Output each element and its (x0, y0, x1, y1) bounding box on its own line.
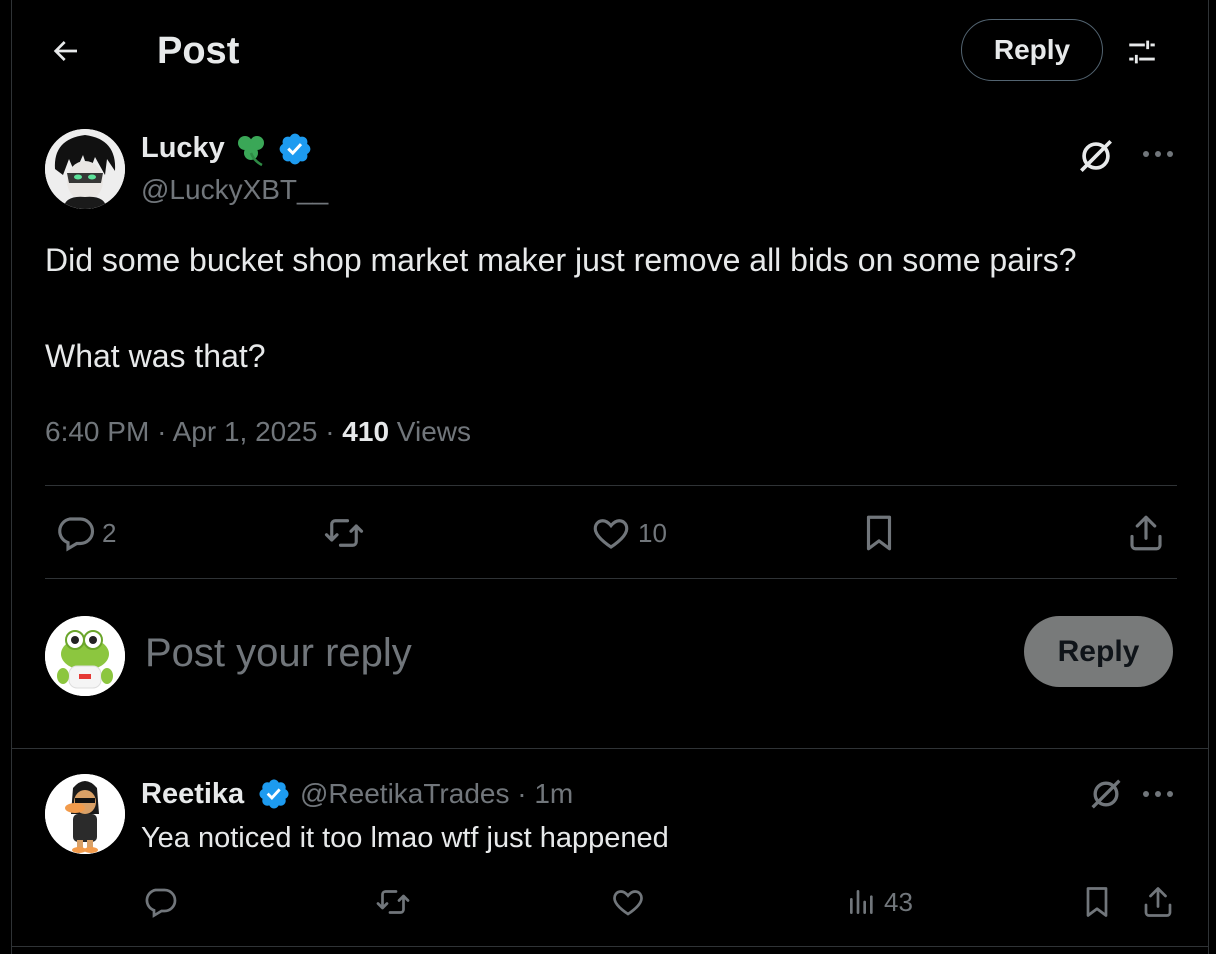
reply-count: 2 (102, 517, 117, 548)
share-action[interactable] (1125, 512, 1167, 554)
reply-input[interactable]: Post your reply (145, 628, 412, 678)
author-name[interactable]: Lucky (141, 130, 225, 166)
back-button[interactable] (40, 26, 90, 76)
reply-views-count: 43 (884, 886, 913, 917)
views-count: 410 (342, 416, 390, 447)
reply-author-avatar[interactable] (45, 774, 125, 854)
current-user-avatar (45, 616, 125, 696)
post-date[interactable]: Apr 1, 2025 (173, 416, 318, 447)
heart-icon (593, 519, 629, 549)
divider (45, 485, 1177, 486)
reply-bookmark-action[interactable] (1079, 884, 1115, 920)
author-avatar[interactable] (45, 129, 125, 209)
bookmark-action[interactable] (858, 512, 900, 554)
clover-icon (232, 131, 272, 167)
views-label: Views (396, 416, 471, 447)
divider (11, 748, 1209, 749)
comment-icon (58, 517, 95, 552)
reply-views-action[interactable]: 43 (846, 884, 913, 920)
reply-author-name[interactable]: Reetika (141, 776, 244, 812)
reply-submit-button[interactable]: Reply (1024, 616, 1173, 687)
reply-time[interactable]: 1m (534, 778, 573, 809)
comment-icon (145, 888, 177, 918)
reply-action[interactable]: 2 (54, 512, 116, 554)
reply-share-action[interactable] (1140, 884, 1176, 920)
page-title: Post (157, 30, 240, 72)
repost-icon (376, 890, 410, 914)
like-action[interactable]: 10 (590, 512, 667, 554)
post-text-line2: What was that? (45, 338, 266, 374)
more-options-icon[interactable] (1140, 780, 1176, 808)
repost-action[interactable] (321, 512, 367, 554)
grok-icon[interactable] (1086, 774, 1126, 814)
bookmark-icon (1086, 887, 1108, 917)
share-icon (1144, 887, 1172, 917)
sliders-icon (1129, 40, 1155, 64)
grok-icon[interactable] (1074, 134, 1118, 178)
verified-badge-icon (257, 777, 291, 811)
post-time[interactable]: 6:40 PM (45, 416, 149, 447)
reply-repost-action[interactable] (373, 884, 413, 920)
reply-author-handle[interactable]: @ReetikaTrades (300, 778, 509, 809)
post-meta: 6:40 PM · Apr 1, 2025 · 410 Views (45, 414, 471, 450)
meta-separator: · (325, 416, 343, 447)
reply-author-meta: @ReetikaTrades · 1m (300, 776, 573, 812)
meta-separator: · (157, 416, 173, 447)
divider (45, 578, 1177, 579)
reply-text: Yea noticed it too lmao wtf just happene… (141, 822, 669, 854)
more-options-icon[interactable] (1140, 140, 1176, 168)
verified-badge-icon (277, 131, 313, 167)
bookmark-icon (866, 515, 892, 551)
like-count: 10 (638, 517, 667, 548)
post-text-line1: Did some bucket shop market maker just r… (45, 242, 1077, 278)
analytics-icon (850, 890, 873, 914)
reply-reply-action[interactable] (142, 884, 178, 920)
divider (11, 946, 1209, 947)
author-handle[interactable]: @LuckyXBT__ (141, 173, 328, 207)
arrow-left-icon (53, 41, 77, 61)
reply-like-action[interactable] (610, 884, 646, 920)
heart-icon (613, 890, 643, 916)
meta-separator: · (517, 778, 535, 809)
repost-icon (324, 519, 364, 547)
header-reply-button[interactable]: Reply (961, 19, 1103, 81)
filter-button[interactable] (1120, 30, 1164, 74)
share-icon (1130, 515, 1162, 551)
